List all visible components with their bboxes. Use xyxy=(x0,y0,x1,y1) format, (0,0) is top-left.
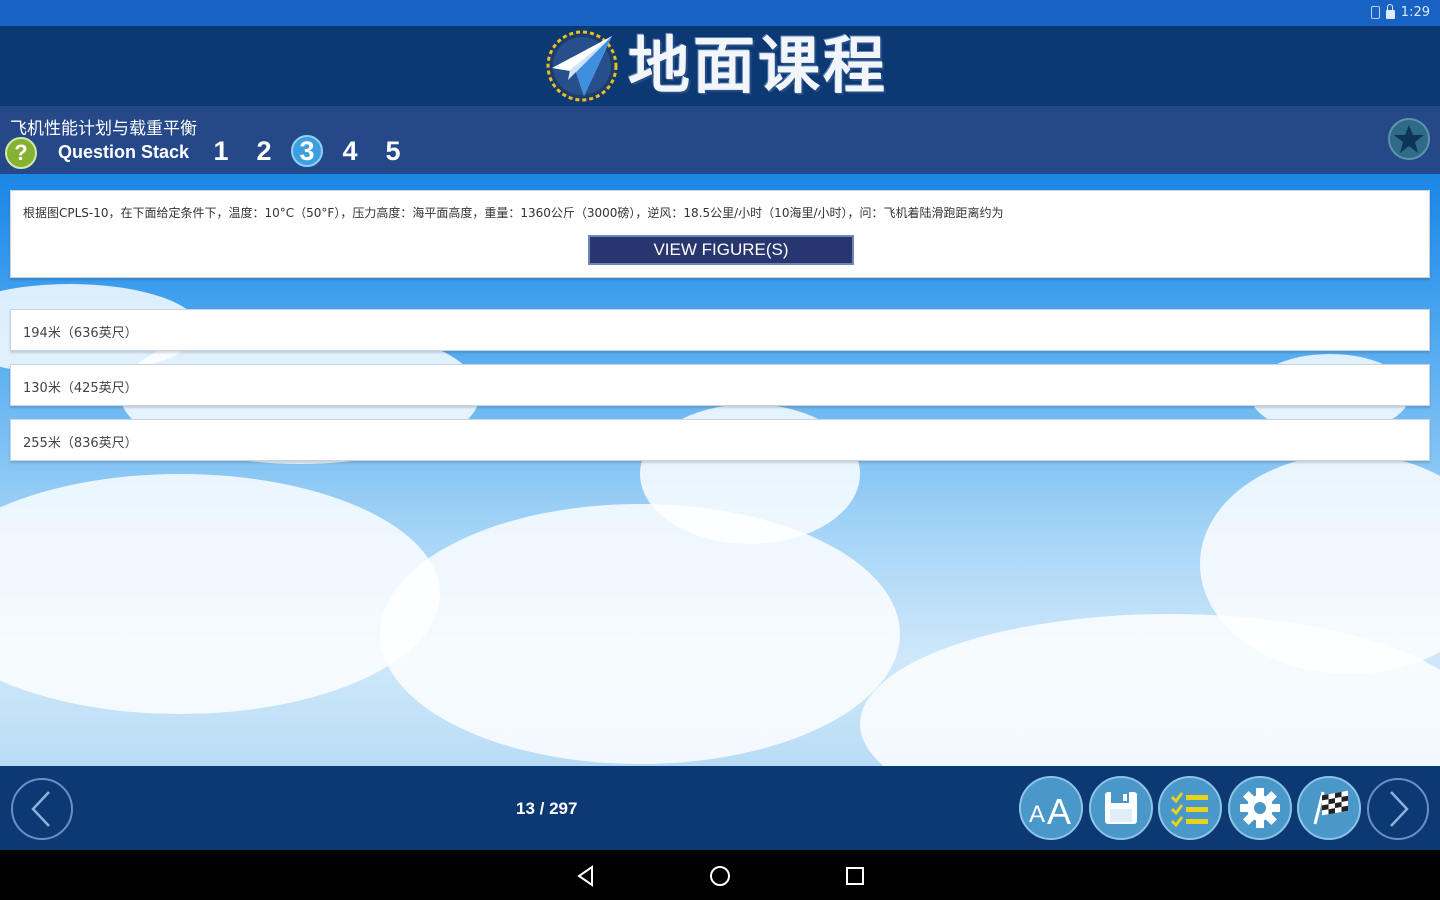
cloud-decoration xyxy=(860,614,1440,766)
app-title: 地面课程 xyxy=(628,29,889,102)
recent-apps-icon[interactable] xyxy=(843,864,867,888)
stack-number-4[interactable]: 4 xyxy=(334,135,366,167)
view-figure-button[interactable]: VIEW FIGURE(S) xyxy=(588,235,854,265)
back-icon[interactable] xyxy=(574,864,598,888)
home-icon[interactable] xyxy=(708,864,732,888)
svg-text:A: A xyxy=(1047,791,1071,828)
answer-text: 255米（836英尺） xyxy=(23,436,138,451)
question-progress: 13 / 297 xyxy=(516,799,578,818)
help-icon[interactable]: ? xyxy=(5,137,37,169)
star-icon xyxy=(1394,125,1424,153)
app-header: 地面课程 xyxy=(0,26,1440,106)
next-question-button[interactable] xyxy=(1367,778,1429,840)
floppy-disk-icon xyxy=(1105,792,1137,824)
status-bar: 1:29 xyxy=(0,0,1440,26)
answer-option-2[interactable]: 130米（425英尺） xyxy=(10,364,1430,406)
previous-question-button[interactable] xyxy=(11,778,73,840)
answer-option-1[interactable]: 194米（636英尺） xyxy=(10,309,1430,351)
answer-text: 194米（636英尺） xyxy=(23,326,138,341)
stack-number-3[interactable]: 3 xyxy=(291,135,323,167)
chevron-right-icon xyxy=(1390,791,1409,827)
vibrate-icon xyxy=(1370,6,1380,19)
gear-icon xyxy=(1240,788,1280,828)
question-text: 根据图CPLS-10，在下面给定条件下，温度：10°C（50°F），压力高度：海… xyxy=(23,206,1004,220)
checklist-icon xyxy=(1170,792,1208,828)
category-title: 飞机性能计划与载重平衡 xyxy=(10,119,197,139)
paper-plane-logo-icon xyxy=(546,30,618,102)
answer-option-3[interactable]: 255米（836英尺） xyxy=(10,419,1430,461)
stack-number-2[interactable]: 2 xyxy=(248,135,280,167)
font-size-button[interactable]: A A xyxy=(1019,776,1083,840)
cloud-decoration xyxy=(380,504,900,764)
android-navigation-bar xyxy=(0,850,1440,900)
question-card: 根据图CPLS-10，在下面给定条件下，温度：10°C（50°F），压力高度：海… xyxy=(10,190,1430,278)
question-list-button[interactable] xyxy=(1158,776,1222,840)
stack-number-5[interactable]: 5 xyxy=(377,135,409,167)
cloud-decoration xyxy=(0,474,440,714)
question-stack-label: Question Stack xyxy=(58,142,190,162)
lock-icon xyxy=(1385,4,1395,19)
app-logo xyxy=(544,28,620,104)
status-time: 1:29 xyxy=(1400,5,1430,20)
finish-button[interactable] xyxy=(1297,776,1361,840)
checkered-flag-icon xyxy=(1313,790,1348,825)
bottom-toolbar: 13 / 297 A A xyxy=(0,766,1440,850)
question-stack-bar: 飞机性能计划与载重平衡 ? Question Stack 1 2 3 4 5 xyxy=(0,106,1440,174)
svg-text:A: A xyxy=(1029,801,1045,828)
chevron-left-icon xyxy=(31,791,50,827)
content-area: 根据图CPLS-10，在下面给定条件下，温度：10°C（50°F），压力高度：海… xyxy=(0,174,1440,766)
status-icons: 1:29 xyxy=(1370,4,1430,20)
settings-button[interactable] xyxy=(1228,776,1292,840)
save-button[interactable] xyxy=(1089,776,1153,840)
answer-text: 130米（425英尺） xyxy=(23,381,138,396)
stack-number-1[interactable]: 1 xyxy=(205,135,237,167)
font-size-icon: A A xyxy=(1029,791,1071,828)
bookmark-star-button[interactable] xyxy=(1388,118,1430,160)
